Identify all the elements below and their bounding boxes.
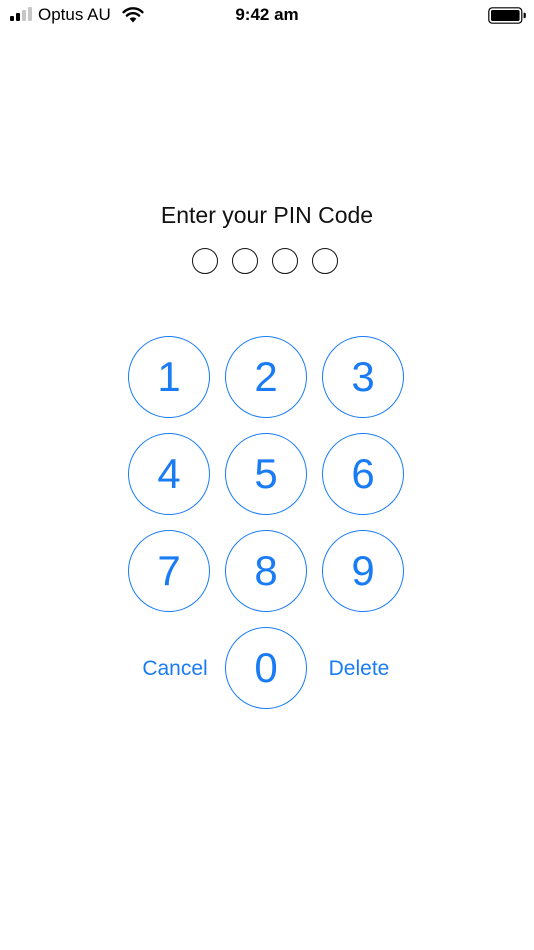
pin-prompt-title: Enter your PIN Code	[160, 202, 374, 228]
keypad-key-0[interactable]: 0	[225, 627, 307, 709]
pin-digit-indicator	[192, 248, 218, 274]
keypad-key-2[interactable]: 2	[225, 336, 307, 418]
keypad-key-9[interactable]: 9	[322, 530, 404, 612]
keypad-key-3[interactable]: 3	[322, 336, 404, 418]
cancel-button[interactable]: Cancel	[127, 654, 223, 684]
pin-digit-indicator	[272, 248, 298, 274]
pin-digit-indicator	[312, 248, 338, 274]
keypad-key-6[interactable]: 6	[322, 433, 404, 515]
keypad-key-8[interactable]: 8	[225, 530, 307, 612]
keypad-key-4[interactable]: 4	[128, 433, 210, 515]
keypad-key-7[interactable]: 7	[128, 530, 210, 612]
battery-icon	[488, 7, 526, 24]
pin-digit-indicator	[232, 248, 258, 274]
keypad-key-1[interactable]: 1	[128, 336, 210, 418]
pin-indicator	[192, 248, 342, 276]
keypad-key-5[interactable]: 5	[225, 433, 307, 515]
status-bar: Optus AU 9:42 am	[0, 0, 534, 30]
status-time: 9:42 am	[235, 5, 299, 24]
delete-button[interactable]: Delete	[311, 654, 407, 684]
